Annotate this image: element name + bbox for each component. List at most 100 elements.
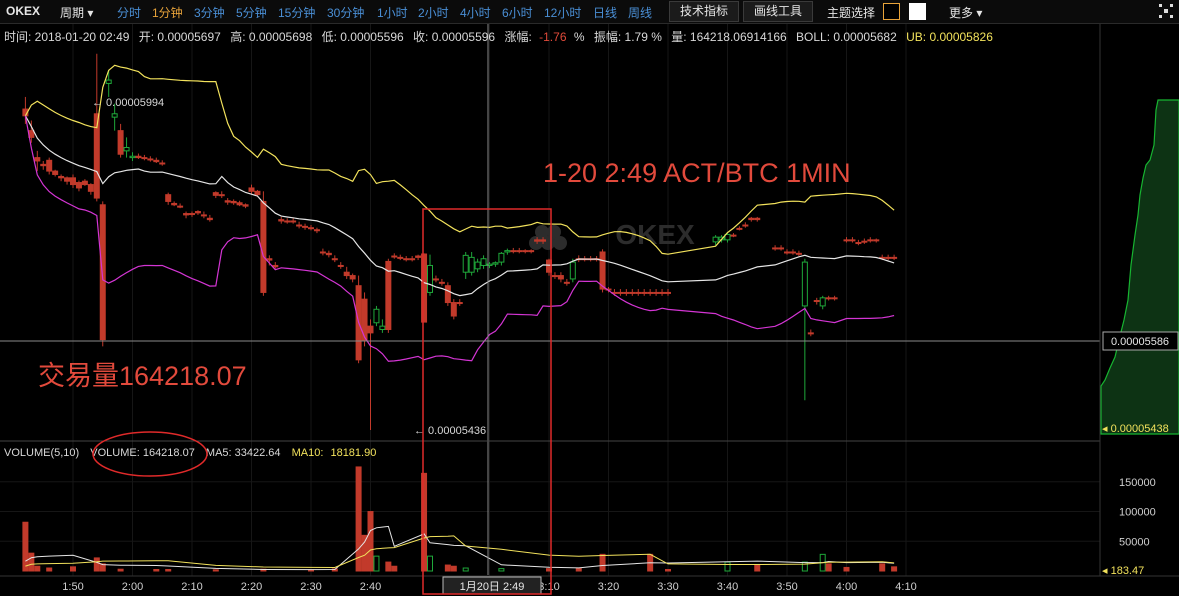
volume-title: VOLUME(5,10) bbox=[4, 447, 79, 459]
info-change-unit: % bbox=[574, 30, 585, 44]
candle-body bbox=[230, 200, 237, 204]
candle-body bbox=[427, 264, 433, 293]
candle-body bbox=[569, 261, 576, 280]
depth-area bbox=[1100, 99, 1179, 435]
info-open: 开: 0.00005697 bbox=[139, 30, 221, 44]
candle-body bbox=[891, 256, 898, 259]
x-tick-label: 4:00 bbox=[836, 581, 857, 593]
candle-body bbox=[117, 130, 124, 155]
candle-body bbox=[200, 214, 207, 217]
volume-bar bbox=[444, 564, 451, 572]
candle-body bbox=[302, 225, 309, 228]
candle-body bbox=[349, 275, 356, 280]
candle-body bbox=[480, 258, 487, 266]
info-volume: 量: 164218.06914166 bbox=[671, 30, 787, 44]
candle-body bbox=[58, 175, 65, 179]
candle-body bbox=[843, 239, 850, 242]
candle-body bbox=[343, 271, 350, 277]
volume-bar bbox=[724, 561, 731, 572]
candle-body bbox=[153, 159, 160, 163]
candle-body bbox=[331, 258, 338, 261]
volume-bar bbox=[70, 566, 76, 572]
volume-bar bbox=[891, 566, 898, 572]
candle-body bbox=[337, 264, 344, 267]
volume-ma5: MA5: 33422.64 bbox=[206, 447, 281, 459]
volume-bar bbox=[367, 511, 374, 572]
candle-body bbox=[254, 190, 261, 196]
candle-body bbox=[825, 297, 832, 300]
chart-canvas[interactable]: OKEX 1:502:002:102:202:302:403:003:103:2… bbox=[0, 0, 1179, 596]
candle-body bbox=[34, 157, 41, 162]
candle-body bbox=[236, 202, 243, 206]
info-change-label: 涨幅: bbox=[504, 29, 531, 44]
candle-body bbox=[290, 220, 297, 223]
volume-bar bbox=[754, 564, 761, 572]
candle-body bbox=[789, 251, 796, 254]
volume-bar bbox=[462, 567, 469, 572]
volume-info: VOLUME(5,10) VOLUME: 164218.07 MA5: 3342… bbox=[4, 447, 376, 459]
volume-bar bbox=[391, 565, 398, 572]
candle-body bbox=[165, 194, 172, 202]
candle-body bbox=[885, 256, 892, 259]
candle-body bbox=[635, 291, 642, 294]
candle-body bbox=[70, 177, 76, 186]
candle-body bbox=[171, 202, 178, 206]
candle-body bbox=[855, 242, 862, 245]
candle-body bbox=[563, 281, 570, 284]
volume-bar bbox=[825, 563, 832, 572]
x-tick-label: 3:50 bbox=[776, 581, 797, 593]
candle-body bbox=[450, 302, 457, 317]
x-tick-label: 3:40 bbox=[717, 581, 738, 593]
candle-body bbox=[510, 250, 517, 253]
candle-body bbox=[551, 275, 558, 278]
candle-body bbox=[540, 239, 547, 242]
candle-body bbox=[284, 220, 291, 223]
candle-body bbox=[40, 163, 47, 167]
high-price-marker: ← 0.00005994 bbox=[92, 97, 164, 109]
candle-body bbox=[308, 227, 314, 230]
volume-value: VOLUME: 164218.07 bbox=[90, 447, 195, 459]
candle-body bbox=[617, 291, 624, 294]
candle-body bbox=[456, 302, 463, 305]
candle-body bbox=[801, 261, 808, 307]
volume-bar bbox=[28, 552, 35, 572]
info-amplitude: 振幅: 1.79 % bbox=[594, 29, 662, 44]
candle-body bbox=[397, 256, 404, 259]
boll-lower-line bbox=[24, 115, 895, 362]
x-tick-label: 3:30 bbox=[657, 581, 678, 593]
crosshair bbox=[0, 24, 1100, 575]
info-close: 收: 0.00005596 bbox=[413, 30, 495, 44]
info-boll: BOLL: 0.00005682 bbox=[796, 30, 897, 44]
crosshair-price-label: 0.00005586 bbox=[1111, 336, 1169, 348]
candle-body bbox=[224, 200, 231, 203]
candle-body bbox=[807, 332, 814, 335]
volume-bar bbox=[355, 466, 362, 572]
candle-body bbox=[641, 291, 648, 294]
candle-body bbox=[325, 252, 332, 256]
info-ub: UB: 0.00005826 bbox=[906, 30, 993, 44]
candle-body bbox=[206, 217, 213, 221]
volume-series bbox=[22, 466, 898, 572]
volume-bar bbox=[373, 555, 380, 572]
candle-body bbox=[260, 200, 267, 293]
boll-mid-line bbox=[24, 115, 895, 297]
candle-body bbox=[212, 192, 219, 196]
candle-body bbox=[730, 234, 737, 237]
depth-curve bbox=[1100, 99, 1179, 435]
volume-tick-label: 100000 bbox=[1119, 507, 1156, 519]
candle-body bbox=[557, 275, 564, 280]
volume-bar bbox=[801, 561, 808, 572]
candle-body bbox=[272, 264, 279, 268]
candle-body bbox=[474, 261, 481, 270]
volume-bar bbox=[665, 569, 671, 572]
volume-bar bbox=[843, 566, 850, 572]
candle-body bbox=[266, 258, 273, 261]
ohlc-info: 时间: 2018-01-20 02:49 开: 0.00005697 高: 0.… bbox=[4, 29, 993, 44]
candle-body bbox=[784, 251, 790, 254]
last-volume-label: ◂ 183.47 bbox=[1102, 565, 1144, 577]
volume-bar bbox=[93, 557, 100, 572]
candle-body bbox=[712, 236, 719, 243]
candle-body bbox=[819, 297, 826, 307]
candle-body bbox=[123, 146, 130, 152]
candle-body bbox=[99, 204, 106, 341]
